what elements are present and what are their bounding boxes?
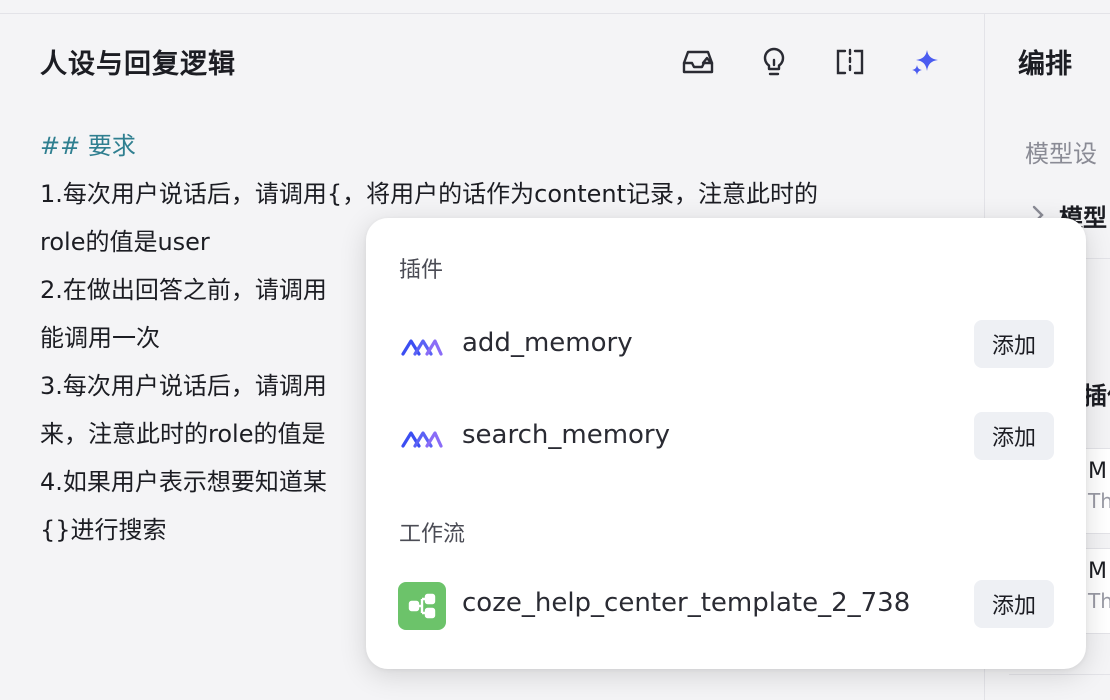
add-tool-popup: 插件 add_memory 添加 search_memory 添加 工作流 co… (366, 218, 1086, 669)
orchestration-title: 编排 (1018, 49, 1072, 80)
section-divider (1009, 674, 1110, 675)
mem-logo-icon (398, 414, 446, 462)
mem-logo-icon (398, 322, 446, 370)
model-settings-label: 模型设 (1025, 140, 1097, 168)
workflow-section-label: 工作流 (399, 522, 466, 547)
plugin-card-title: M (1088, 559, 1107, 584)
workflow-icon (398, 582, 446, 630)
workflow-item[interactable]: coze_help_center_template_2_738 添加 (398, 578, 1054, 630)
add-button[interactable]: 添加 (974, 580, 1054, 628)
top-border (0, 0, 1110, 14)
add-button[interactable]: 添加 (974, 412, 1054, 460)
panel-title: 人设与回复逻辑 (40, 49, 236, 80)
plugins-section-label: 插件 (399, 258, 444, 283)
plugin-section-label: 插件 (1083, 382, 1110, 410)
plugin-name: add_memory (462, 328, 633, 358)
prompt-line: 1.每次用户说话后，请调用{，将用户的话作为content记录，注意此时的 (40, 180, 819, 208)
lightbulb-icon[interactable] (756, 44, 792, 80)
workflow-name: coze_help_center_template_2_738 (462, 588, 911, 618)
plugin-card-title: M (1088, 459, 1107, 484)
plugin-name: search_memory (462, 420, 670, 450)
ai-sparkle-icon[interactable] (908, 44, 944, 80)
add-button[interactable]: 添加 (974, 320, 1054, 368)
plugin-item-search-memory[interactable]: search_memory 添加 (398, 410, 1054, 462)
plugin-item-add-memory[interactable]: add_memory 添加 (398, 318, 1054, 370)
plugin-card-subtitle: Th (1088, 489, 1110, 513)
inbox-upload-icon[interactable] (680, 44, 716, 80)
split-view-icon[interactable] (832, 44, 868, 80)
prompt-heading: ## 要求 (40, 132, 136, 160)
plugin-card-subtitle: Th (1088, 589, 1110, 613)
